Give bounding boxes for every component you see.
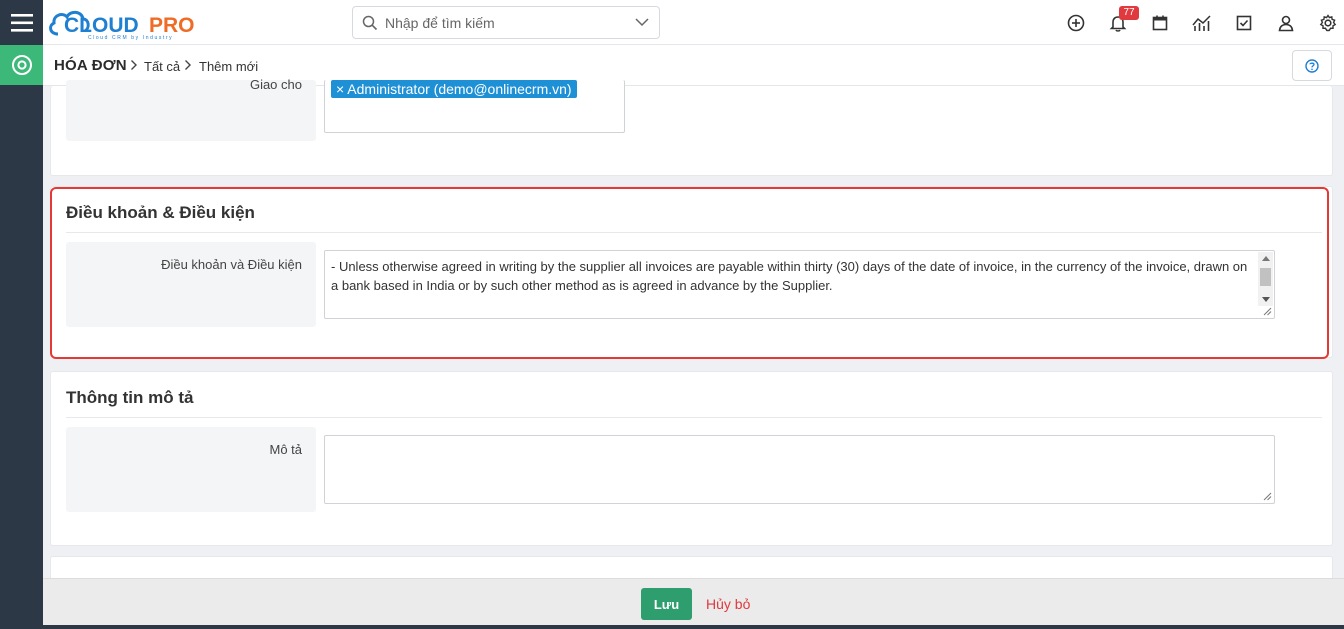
textarea-scrollbar[interactable] [1258,252,1273,306]
logo-pro-text: PRO [149,14,195,37]
assign-label: Giao cho [249,77,302,92]
help-icon [1305,58,1319,73]
terms-textarea[interactable]: - Unless otherwise agreed in writing by … [324,250,1275,319]
target-icon [11,55,32,75]
search-input[interactable] [385,13,625,33]
bottom-strip [43,625,1344,629]
description-card-title: Thông tin mô tả [66,388,194,407]
global-search[interactable] [352,6,660,39]
terms-card: Điều khoản & Điều kiện Điều khoản và Điề… [50,186,1333,358]
assignee-tag[interactable]: × Administrator (demo@onlinecrm.vn) [331,80,577,98]
chevron-right-icon [131,60,137,70]
form-footer: Lưu Hủy bỏ [43,578,1344,629]
logo-cloud-text: CLOUD [64,14,139,37]
cloudpro-logo[interactable]: CLOUD PRO Cloud CRM by Industry [48,6,208,42]
breadcrumb-module[interactable]: HÓA ĐƠN [54,57,127,74]
left-sidebar [0,45,43,629]
sidebar-item-active[interactable] [0,45,43,85]
breadcrumb-all[interactable]: Tất cả [144,59,180,74]
terms-card-title: Điều khoản & Điều kiện [66,203,255,222]
assign-label-cell: Giao cho [66,77,316,141]
divider [66,232,1322,233]
logo-tagline: Cloud CRM by Industry [88,35,173,41]
resize-handle-icon[interactable] [1263,307,1272,316]
description-textarea[interactable] [324,435,1275,504]
chevron-down-icon[interactable] [635,17,649,27]
checkbox-icon[interactable] [1234,13,1254,33]
gear-icon[interactable] [1318,13,1338,33]
hamburger-icon [10,13,33,32]
search-icon [362,15,378,31]
chart-icon[interactable] [1192,13,1212,33]
terms-label-cell: Điều khoản và Điều kiện [66,242,316,327]
breadcrumb-current: Thêm mới [199,59,259,74]
user-icon[interactable] [1276,13,1296,33]
scroll-up-arrow-icon[interactable] [1262,256,1270,261]
assign-card: Giao cho × Administrator (demo@onlinecrm… [50,77,1333,176]
plus-circle-icon[interactable] [1066,13,1086,33]
top-bar: CLOUD PRO Cloud CRM by Industry 77 [0,0,1344,45]
notification-badge: 77 [1119,6,1139,20]
resize-handle-icon[interactable] [1263,492,1272,501]
menu-toggle-button[interactable] [0,0,43,45]
scroll-down-arrow-icon[interactable] [1262,297,1270,302]
divider [66,417,1322,418]
scroll-thumb[interactable] [1260,268,1271,286]
calendar-icon[interactable] [1150,13,1170,33]
terms-field-label: Điều khoản và Điều kiện [161,257,302,272]
description-field-label: Mô tả [269,442,302,457]
save-button[interactable]: Lưu [641,588,692,620]
chevron-right-icon [185,60,191,70]
assign-to-field[interactable]: × Administrator (demo@onlinecrm.vn) [324,80,625,133]
cancel-link[interactable]: Hủy bỏ [706,596,750,612]
description-card: Thông tin mô tả Mô tả [50,371,1333,546]
help-button[interactable] [1292,50,1332,81]
description-label-cell: Mô tả [66,427,316,512]
terms-textarea-value: - Unless otherwise agreed in writing by … [331,259,1248,293]
